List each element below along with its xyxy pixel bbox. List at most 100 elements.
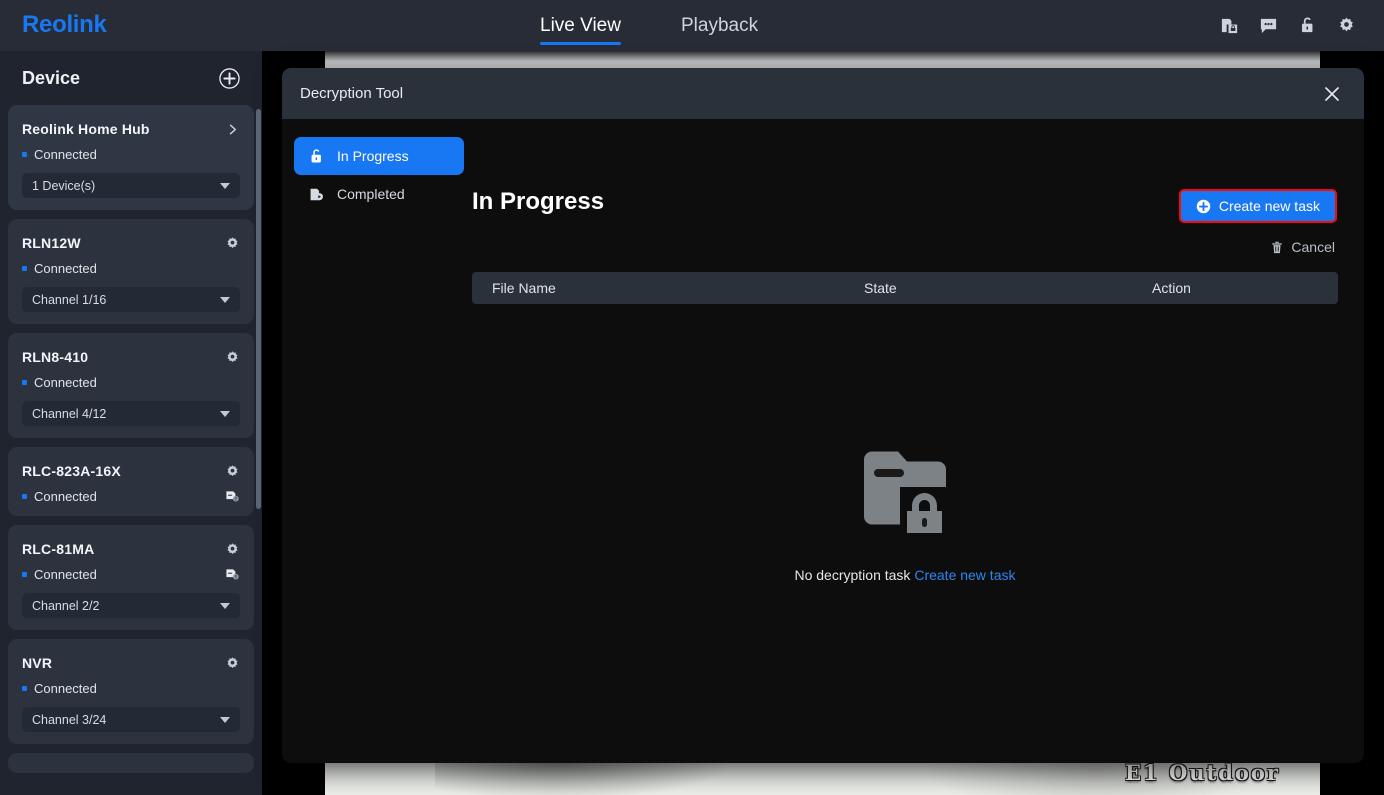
dialog-sidebar-nav: In Progress Completed (294, 137, 464, 213)
add-device-button[interactable] (219, 67, 240, 89)
tab-live-view[interactable]: Live View (540, 0, 621, 51)
dialog-title: Decryption Tool (300, 85, 404, 102)
decryption-tool-icon[interactable] (1220, 16, 1239, 35)
device-card-row: NVR (22, 653, 240, 673)
device-channel-value: Channel 1/16 (32, 292, 107, 307)
dialog-nav-completed[interactable]: Completed (294, 175, 464, 213)
cancel-label: Cancel (1291, 239, 1335, 255)
plus-circle-icon (1196, 199, 1211, 214)
empty-state: No decryption task Create new task (472, 449, 1338, 583)
gear-icon[interactable] (225, 656, 240, 671)
device-status-row: Connected (22, 374, 240, 390)
gear-icon[interactable] (225, 236, 240, 251)
chevron-down-icon (220, 716, 230, 723)
column-header-file-name: File Name (492, 280, 556, 296)
create-new-task-button[interactable]: Create new task (1178, 189, 1337, 223)
status-dot (22, 151, 27, 157)
sidebar-scrollbar[interactable] (256, 109, 261, 509)
device-card-rlc-81ma[interactable]: RLC-81MA Connected Channel 2/2 (8, 525, 254, 630)
sd-card-alert-icon[interactable] (225, 489, 240, 503)
device-name: RLC-823A-16X (22, 463, 121, 479)
status-dot (22, 265, 27, 271)
brand-logo[interactable]: Reolink (22, 11, 107, 39)
empty-state-create-link[interactable]: Create new task (914, 567, 1015, 583)
device-channel-value: Channel 3/24 (32, 712, 107, 727)
device-channel-select[interactable]: Channel 2/2 (22, 593, 240, 618)
create-new-task-label: Create new task (1218, 198, 1320, 214)
gear-icon[interactable] (1337, 16, 1356, 35)
device-status-row: Connected (22, 680, 240, 696)
device-status-row: Connected (22, 566, 240, 582)
device-channel-select[interactable]: Channel 1/16 (22, 287, 240, 312)
column-header-state: State (864, 280, 897, 296)
device-channel-value: Channel 4/12 (32, 406, 107, 421)
panel-title: In Progress (472, 188, 605, 215)
app-root: 11 2024 03 53 49 0AG E1 Outdoor Reolink … (0, 0, 1384, 795)
status-dot (22, 571, 27, 577)
main-nav: Live View Playback (540, 0, 758, 51)
top-bar: Reolink Live View Playback (0, 0, 1384, 51)
camera-name-overlay: E1 Outdoor (1125, 760, 1280, 785)
empty-state-message: No decryption task (794, 567, 911, 583)
device-name: Reolink Home Hub (22, 121, 150, 137)
status-dot (22, 685, 27, 691)
trash-icon (1270, 240, 1284, 255)
status-dot (22, 493, 27, 499)
dialog-body: In Progress Completed In Progress Create… (282, 119, 1364, 763)
device-sidebar: Device Reolink Home Hub Connected 1 Devi… (0, 51, 262, 795)
dialog-nav-label: Completed (337, 186, 405, 202)
device-channel-value: 1 Device(s) (32, 178, 96, 193)
gear-icon[interactable] (225, 350, 240, 365)
device-status-row: Connected (22, 488, 240, 504)
dialog-header: Decryption Tool (282, 68, 1364, 119)
device-card-row: RLN12W (22, 233, 240, 253)
device-card-partial[interactable] (8, 753, 254, 773)
tab-playback[interactable]: Playback (681, 0, 758, 51)
dialog-nav-label: In Progress (337, 148, 409, 164)
device-card-rln12w[interactable]: RLN12W Connected Channel 1/16 (8, 219, 254, 324)
sd-card-alert-icon[interactable] (225, 567, 240, 581)
device-status: Connected (34, 146, 97, 162)
device-channel-value: Channel 2/2 (32, 598, 100, 613)
gear-icon[interactable] (225, 464, 240, 479)
device-status: Connected (34, 488, 97, 504)
file-play-icon (308, 186, 325, 203)
device-card-nvr[interactable]: NVR Connected Channel 3/24 (8, 639, 254, 744)
unlock-icon (308, 148, 325, 165)
cancel-button[interactable]: Cancel (1270, 239, 1335, 255)
device-status: Connected (34, 260, 97, 276)
device-channel-select[interactable]: Channel 3/24 (22, 707, 240, 732)
message-icon[interactable] (1259, 16, 1278, 35)
device-card-row: RLN8-410 (22, 347, 240, 367)
device-card-row: RLC-81MA (22, 539, 240, 559)
device-card-rlc-823a-16x[interactable]: RLC-823A-16X Connected (8, 447, 254, 516)
device-channel-select[interactable]: Channel 4/12 (22, 401, 240, 426)
close-icon[interactable] (1322, 84, 1342, 104)
device-card-rln8-410[interactable]: RLN8-410 Connected Channel 4/12 (8, 333, 254, 438)
device-name: RLN8-410 (22, 349, 89, 365)
device-card-row: Reolink Home Hub (22, 119, 240, 139)
device-name: NVR (22, 655, 53, 671)
top-bar-icons (1220, 0, 1356, 51)
device-status: Connected (34, 566, 97, 582)
sidebar-title: Device (22, 67, 81, 88)
device-list: Reolink Home Hub Connected 1 Device(s) R… (0, 105, 262, 773)
dialog-panel: In Progress Create new task Cancel File … (472, 119, 1364, 763)
device-card-home-hub[interactable]: Reolink Home Hub Connected 1 Device(s) (8, 105, 254, 210)
unlock-icon[interactable] (1298, 16, 1317, 35)
device-status-row: Connected (22, 146, 240, 162)
dialog-nav-in-progress[interactable]: In Progress (294, 137, 464, 175)
chevron-right-icon[interactable] (225, 122, 240, 137)
chevron-down-icon (220, 296, 230, 303)
device-status-row: Connected (22, 260, 240, 276)
task-table-header: File Name State Action (472, 272, 1338, 304)
decryption-tool-dialog: Decryption Tool In Progress Completed In… (282, 68, 1364, 763)
gear-icon[interactable] (225, 542, 240, 557)
empty-state-text: No decryption task Create new task (794, 567, 1015, 583)
chevron-down-icon (220, 182, 230, 189)
device-name: RLC-81MA (22, 541, 95, 557)
chevron-down-icon (220, 602, 230, 609)
device-channel-select[interactable]: 1 Device(s) (22, 173, 240, 198)
column-header-action: Action (1152, 280, 1191, 296)
device-card-row: RLC-823A-16X (22, 461, 240, 481)
